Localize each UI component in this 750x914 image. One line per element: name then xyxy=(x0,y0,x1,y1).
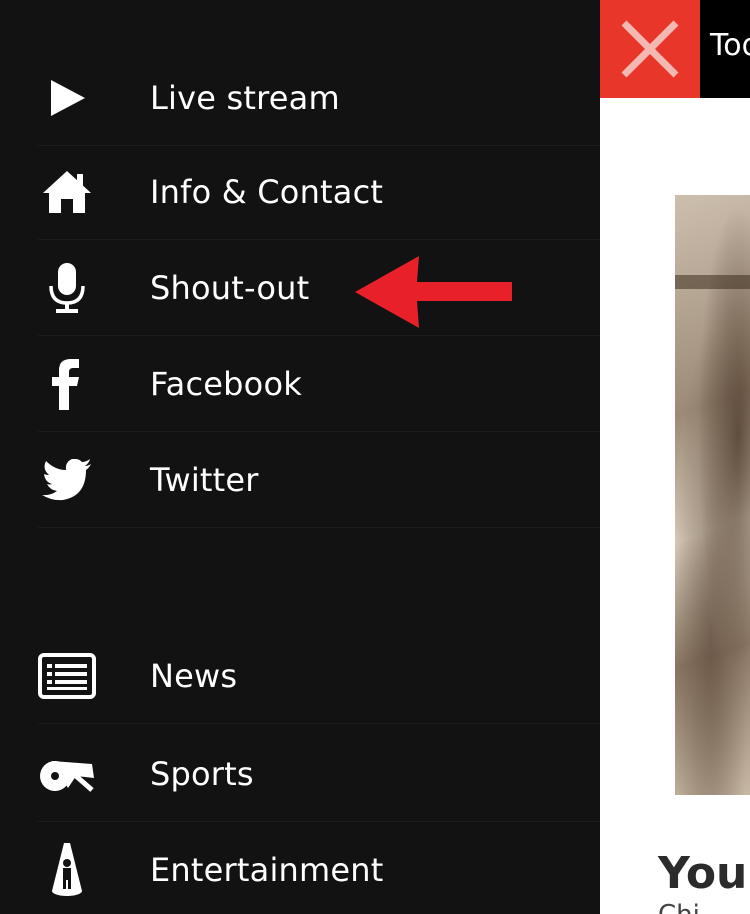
menu-item-live-stream[interactable]: Live stream xyxy=(0,50,600,146)
close-icon xyxy=(621,20,679,78)
side-menu: Live stream Info & Contact Shout-out Fac… xyxy=(0,0,600,914)
topbar-title: Tod xyxy=(710,28,750,63)
menu-item-twitter[interactable]: Twitter xyxy=(0,432,600,528)
menu-item-info-contact[interactable]: Info & Contact xyxy=(0,144,600,240)
menu-label-sports: Sports xyxy=(150,755,254,793)
whistle-icon xyxy=(38,746,96,802)
news-icon xyxy=(38,648,96,704)
menu-label-entertainment: Entertainment xyxy=(150,851,384,889)
annotation-arrow-icon xyxy=(355,256,512,328)
twitter-icon xyxy=(38,452,96,508)
menu-label-info-contact: Info & Contact xyxy=(150,173,384,211)
article-subtitle: Chi xyxy=(658,900,700,914)
close-button[interactable] xyxy=(600,0,700,98)
menu-label-live-stream: Live stream xyxy=(150,79,340,117)
top-bar: Tod xyxy=(600,0,750,98)
microphone-icon xyxy=(38,260,96,316)
menu-label-shout-out: Shout-out xyxy=(150,269,310,307)
home-icon xyxy=(38,164,96,220)
menu-label-facebook: Facebook xyxy=(150,365,302,403)
app-screen: Live stream Info & Contact Shout-out Fac… xyxy=(0,0,750,914)
menu-item-sports[interactable]: Sports xyxy=(0,726,600,822)
menu-item-facebook[interactable]: Facebook xyxy=(0,336,600,432)
content-panel: Tod You' Chi xyxy=(600,0,750,914)
menu-item-entertainment[interactable]: Entertainment xyxy=(0,822,600,914)
article-title[interactable]: You' xyxy=(658,848,750,899)
play-icon xyxy=(38,70,96,126)
facebook-icon xyxy=(38,356,96,412)
menu-item-news[interactable]: News xyxy=(0,628,600,724)
menu-label-twitter: Twitter xyxy=(150,461,259,499)
article-hero-image[interactable] xyxy=(675,195,750,795)
menu-label-news: News xyxy=(150,657,238,695)
spotlight-performer-icon xyxy=(38,842,96,898)
